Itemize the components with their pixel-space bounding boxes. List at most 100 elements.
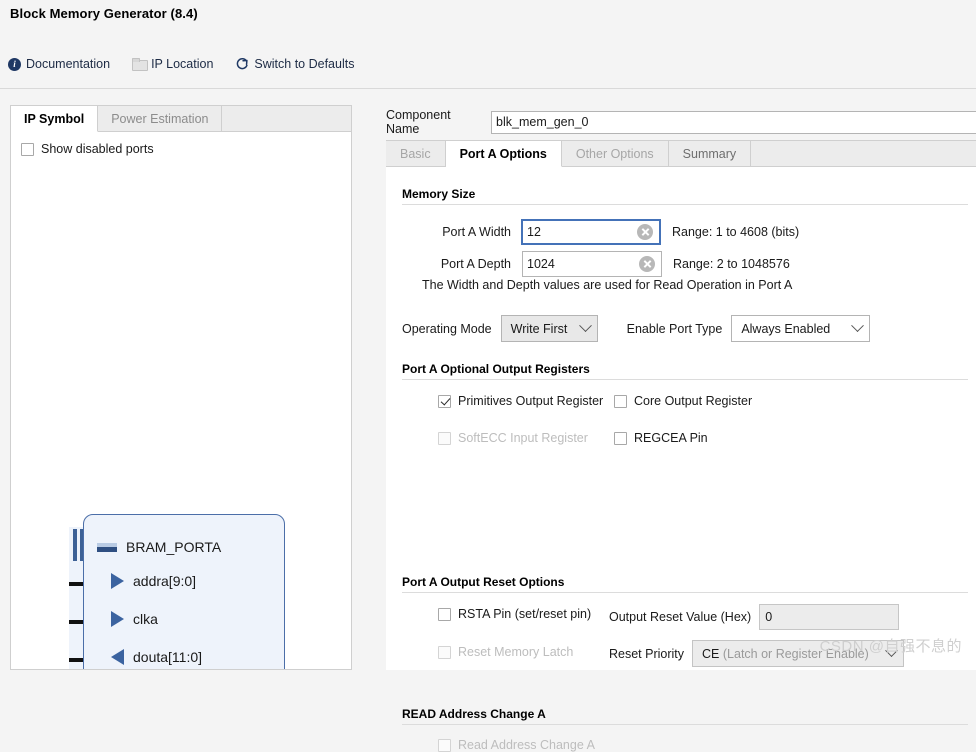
- symbol-bus-stub-a: [73, 529, 77, 561]
- options-panel: Component Name Basic Port A Options Othe…: [378, 100, 976, 670]
- output-reset-options-divider: [402, 592, 968, 593]
- reset-memory-latch-checkbox: [438, 646, 451, 659]
- primitives-output-register-row[interactable]: Primitives Output Register: [438, 394, 603, 408]
- component-name-label: Component Name: [386, 108, 482, 136]
- rsta-pin-checkbox[interactable]: [438, 608, 451, 621]
- softecc-input-register-checkbox: [438, 432, 451, 445]
- symbol-port-row-addra: addra[9:0]: [111, 573, 196, 589]
- reset-priority-label: Reset Priority: [609, 647, 684, 661]
- input-arrow-icon: [111, 573, 124, 589]
- ip-symbol-canvas: BRAM_PORTA addra[9:0] clka douta[11:0]: [11, 159, 351, 669]
- output-reset-value-label: Output Reset Value (Hex): [609, 610, 751, 624]
- optional-output-registers-divider: [402, 379, 968, 380]
- operating-mode-select[interactable]: Write First: [501, 315, 598, 342]
- output-arrow-icon: [111, 649, 124, 665]
- tab-power-estimation[interactable]: Power Estimation: [98, 106, 222, 131]
- output-reset-options-section-header: Port A Output Reset Options: [402, 575, 968, 593]
- output-reset-value-input[interactable]: 0: [759, 604, 899, 630]
- memory-size-hint-row: The Width and Depth values are used for …: [422, 278, 792, 292]
- switch-to-defaults-button[interactable]: Switch to Defaults: [233, 56, 356, 72]
- read-address-change-divider: [402, 724, 968, 725]
- port-a-depth-input[interactable]: 1024: [522, 251, 662, 277]
- tab-summary[interactable]: Summary: [669, 141, 751, 166]
- port-a-options-content: Memory Size Port A Width 12 Range: 1 to …: [386, 167, 976, 670]
- tab-basic-label: Basic: [400, 147, 431, 161]
- switch-to-defaults-label: Switch to Defaults: [254, 57, 354, 71]
- info-icon: i: [8, 58, 21, 71]
- read-address-change-checkbox: [438, 739, 451, 752]
- rsta-pin-row[interactable]: RSTA Pin (set/reset pin): [438, 607, 591, 621]
- regcea-pin-label: REGCEA Pin: [634, 431, 708, 445]
- tab-port-a-options[interactable]: Port A Options: [446, 141, 562, 167]
- enable-port-type-label: Enable Port Type: [627, 322, 723, 336]
- tab-power-estimation-label: Power Estimation: [111, 112, 208, 126]
- options-tabbar: Basic Port A Options Other Options Summa…: [386, 140, 976, 167]
- tab-summary-label: Summary: [683, 147, 736, 161]
- tab-other-options-label: Other Options: [576, 147, 654, 161]
- port-a-depth-value: 1024: [527, 257, 639, 271]
- operating-mode-label: Operating Mode: [402, 322, 492, 336]
- primitives-output-register-checkbox[interactable]: [438, 395, 451, 408]
- port-a-depth-label: Port A Depth: [413, 257, 511, 271]
- port-a-width-label: Port A Width: [413, 225, 511, 239]
- reset-memory-latch-row: Reset Memory Latch: [438, 645, 573, 659]
- tab-ip-symbol-label: IP Symbol: [24, 112, 84, 126]
- output-reset-value-text: 0: [765, 610, 772, 624]
- regcea-pin-checkbox[interactable]: [614, 432, 627, 445]
- component-name-input[interactable]: [491, 111, 976, 134]
- documentation-button[interactable]: i Documentation: [6, 56, 112, 72]
- memory-size-divider: [402, 204, 968, 205]
- memory-size-title: Memory Size: [402, 187, 968, 204]
- symbol-port-row-douta: douta[11:0]: [111, 649, 202, 665]
- port-a-depth-range: Range: 2 to 1048576: [673, 257, 790, 271]
- symbol-block-label-row: BRAM_PORTA: [97, 539, 221, 555]
- reset-memory-latch-label: Reset Memory Latch: [458, 645, 573, 659]
- rsta-pin-label: RSTA Pin (set/reset pin): [458, 607, 591, 621]
- clear-icon[interactable]: [639, 256, 655, 272]
- core-output-register-row[interactable]: Core Output Register: [614, 394, 752, 408]
- regcea-pin-row[interactable]: REGCEA Pin: [614, 431, 708, 445]
- folder-icon: [132, 58, 146, 70]
- watermark: CSDN @自强不息的: [820, 635, 962, 656]
- port-a-width-input[interactable]: 12: [521, 219, 661, 245]
- tab-other-options[interactable]: Other Options: [562, 141, 669, 166]
- left-tabbar-filler: [222, 106, 351, 131]
- tab-ip-symbol[interactable]: IP Symbol: [11, 106, 98, 132]
- read-address-change-row: Read Address Change A: [438, 738, 595, 752]
- port-a-width-row: Port A Width 12 Range: 1 to 4608 (bits): [413, 219, 953, 245]
- component-name-row: Component Name: [386, 108, 976, 136]
- chevron-down-icon: [851, 319, 864, 332]
- ip-location-button[interactable]: IP Location: [130, 56, 215, 72]
- primitives-output-register-label: Primitives Output Register: [458, 394, 603, 408]
- show-disabled-ports-label: Show disabled ports: [41, 142, 154, 156]
- symbol-port-label-addra: addra[9:0]: [133, 573, 196, 589]
- show-disabled-ports-checkbox[interactable]: [21, 143, 34, 156]
- symbol-port-label-clka: clka: [133, 611, 158, 627]
- refresh-icon: [235, 57, 249, 71]
- operating-mode-row: Operating Mode Write First Enable Port T…: [402, 315, 870, 342]
- chevron-down-icon: [579, 319, 592, 332]
- input-arrow-icon: [111, 611, 124, 627]
- ip-location-label: IP Location: [151, 57, 213, 71]
- header-divider: [0, 88, 976, 89]
- operating-mode-value: Write First: [511, 322, 568, 336]
- toolbar: i Documentation IP Location Switch to De…: [6, 56, 356, 72]
- clear-icon[interactable]: [637, 224, 653, 240]
- tab-basic[interactable]: Basic: [386, 141, 446, 166]
- left-tabbar: IP Symbol Power Estimation: [11, 106, 351, 132]
- output-reset-options-title: Port A Output Reset Options: [402, 575, 968, 592]
- softecc-input-register-label: SoftECC Input Register: [458, 431, 588, 445]
- core-output-register-checkbox[interactable]: [614, 395, 627, 408]
- memory-size-section-header: Memory Size: [402, 187, 968, 205]
- page-title: Block Memory Generator (8.4): [10, 6, 198, 21]
- read-address-change-section-header: READ Address Change A: [402, 707, 968, 725]
- documentation-label: Documentation: [26, 57, 110, 71]
- enable-port-type-select[interactable]: Always Enabled: [731, 315, 870, 342]
- symbol-port-row-clka: clka: [111, 611, 158, 627]
- read-address-change-label: Read Address Change A: [458, 738, 595, 752]
- enable-port-type-value: Always Enabled: [741, 322, 830, 336]
- symbol-port-label-douta: douta[11:0]: [133, 649, 202, 665]
- read-address-change-title: READ Address Change A: [402, 707, 968, 724]
- show-disabled-ports-row[interactable]: Show disabled ports: [21, 142, 154, 156]
- port-a-width-range: Range: 1 to 4608 (bits): [672, 225, 799, 239]
